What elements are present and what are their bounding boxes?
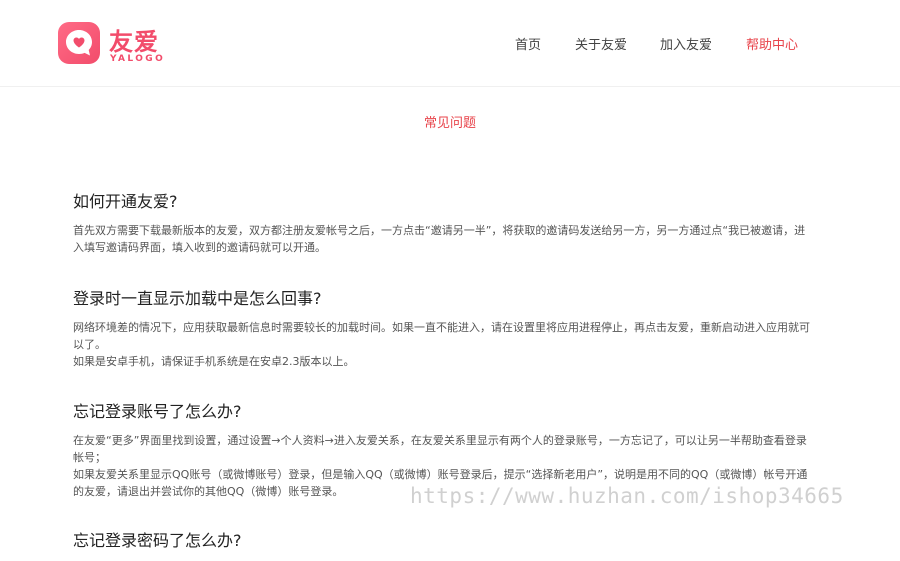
brand-sub: YALOGO bbox=[110, 54, 166, 64]
faq-answer: 首先双方需要下载最新版本的友爱，双方都注册友爱帐号之后，一方点击“邀请另一半”，… bbox=[73, 224, 806, 254]
faq-answer: 网络环境差的情况下，应用获取最新信息时需要较长的加载时间。如果一直不能进入，请在… bbox=[73, 321, 810, 351]
nav-item-about[interactable]: 关于友爱 bbox=[575, 34, 627, 53]
faq-answer: 如果是安卓手机，请保证手机系统是在安卓2.3版本以上。 bbox=[73, 355, 355, 368]
faq-question: 忘记登录密码了怎么办? bbox=[73, 531, 242, 550]
nav-item-home[interactable]: 首页 bbox=[515, 34, 541, 53]
faq-question: 忘记登录账号了怎么办? bbox=[73, 402, 242, 421]
nav-item-join[interactable]: 加入友爱 bbox=[660, 34, 712, 53]
site-header: 友爱 YALOGO 首页 关于友爱 加入友爱 帮助中心 bbox=[0, 0, 900, 87]
chat-heart-icon bbox=[66, 30, 92, 56]
faq-question: 登录时一直显示加载中是怎么回事? bbox=[73, 289, 322, 308]
section-title: 常见问题 bbox=[423, 116, 476, 131]
watermark: https://www.huzhan.com/ishop34665 bbox=[410, 484, 844, 508]
faq-item: 忘记登录密码了怎么办? bbox=[73, 531, 813, 561]
faq-question: 如何开通友爱? bbox=[73, 192, 178, 211]
faq-answer: 在友爱“更多”界面里找到设置，通过设置→个人资料→进入友爱关系，在友爱关系里显示… bbox=[73, 434, 807, 464]
brand-name: 友爱 bbox=[109, 28, 159, 56]
faq-item: 如何开通友爱? 首先双方需要下载最新版本的友爱，双方都注册友爱帐号之后，一方点击… bbox=[73, 192, 813, 256]
faq-item: 登录时一直显示加载中是怎么回事? 网络环境差的情况下，应用获取最新信息时需要较长… bbox=[73, 289, 813, 370]
nav-item-help[interactable]: 帮助中心 bbox=[746, 34, 798, 53]
brand-logo[interactable]: 友爱 YALOGO bbox=[58, 22, 178, 66]
logo-badge-icon bbox=[58, 22, 100, 64]
